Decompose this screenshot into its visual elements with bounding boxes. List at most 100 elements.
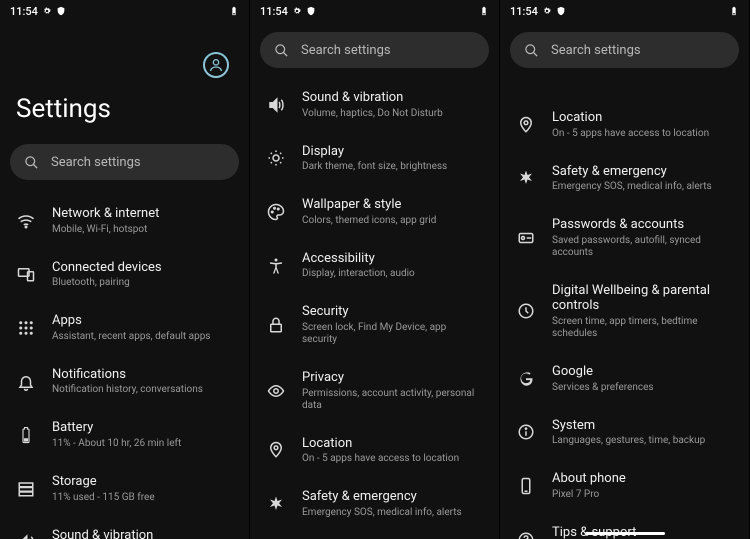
item-notifications[interactable]: NotificationsNotification history, conve… bbox=[10, 355, 239, 409]
shield-icon bbox=[56, 6, 66, 16]
item-passwords[interactable]: Passwords & accountsSaved passwords, aut… bbox=[260, 531, 489, 539]
battery-icon bbox=[229, 6, 239, 16]
lock-icon bbox=[266, 315, 286, 335]
item-network[interactable]: Network & internetMobile, Wi-Fi, hotspot bbox=[10, 194, 239, 248]
item-sub: Mobile, Wi-Fi, hotspot bbox=[52, 224, 159, 236]
item-sub: Volume, haptics, Do Not Disturb bbox=[302, 108, 443, 120]
status-bar: 11:54 bbox=[250, 0, 499, 22]
item-privacy[interactable]: PrivacyPermissions, account activity, pe… bbox=[260, 358, 489, 424]
emergency-icon bbox=[516, 168, 536, 188]
item-accessibility[interactable]: AccessibilityDisplay, interaction, audio bbox=[260, 239, 489, 293]
item-tips[interactable]: Tips & supportHelp articles, phone & cha… bbox=[510, 513, 739, 539]
item-storage[interactable]: Storage 11% used - 115 GB free bbox=[10, 462, 239, 516]
settings-list: Network & internetMobile, Wi-Fi, hotspot… bbox=[10, 194, 239, 539]
item-sub: Pixel 7 Pro bbox=[552, 489, 626, 501]
battery-icon bbox=[16, 425, 36, 445]
gear-icon bbox=[42, 6, 52, 16]
item-sub: Services & preferences bbox=[552, 382, 654, 394]
item-connected-devices[interactable]: Connected devicesBluetooth, pairing bbox=[10, 248, 239, 302]
battery-icon bbox=[729, 6, 739, 16]
apps-grid-icon bbox=[16, 318, 36, 338]
item-sub: Emergency SOS, medical info, alerts bbox=[552, 181, 712, 193]
item-sub: Languages, gestures, time, backup bbox=[552, 435, 705, 447]
item-system[interactable]: SystemLanguages, gestures, time, backup bbox=[510, 406, 739, 460]
accessibility-icon bbox=[266, 256, 286, 276]
item-sound[interactable]: Sound & vibration Volume, haptics, Do Not… bbox=[260, 78, 489, 132]
item-title: Connected devices bbox=[52, 260, 162, 276]
item-title: Privacy bbox=[302, 370, 483, 386]
emergency-icon bbox=[266, 494, 286, 514]
item-wallpaper[interactable]: Wallpaper & styleColors, themed icons, a… bbox=[260, 185, 489, 239]
phone-screen-1: 11:54 Settings Search settings Network &… bbox=[0, 0, 250, 539]
phone-icon bbox=[516, 476, 536, 496]
help-icon bbox=[516, 530, 536, 539]
item-safety[interactable]: Safety & emergencyEmergency SOS, medical… bbox=[260, 477, 489, 531]
item-battery[interactable]: Battery11% - About 10 hr, 26 min left bbox=[10, 408, 239, 462]
item-title: Sound & vibration bbox=[302, 90, 443, 106]
info-icon bbox=[516, 422, 536, 442]
palette-icon bbox=[266, 202, 286, 222]
search-settings[interactable]: Search settings bbox=[510, 32, 739, 68]
item-sub: Saved passwords, autofill, synced accoun… bbox=[552, 235, 733, 259]
item-location[interactable]: LocationOn - 5 apps have access to locat… bbox=[260, 424, 489, 478]
gear-icon bbox=[292, 6, 302, 16]
location-icon bbox=[266, 440, 286, 460]
search-icon bbox=[274, 43, 289, 58]
item-location[interactable]: Location On - 5 apps have access to locat… bbox=[510, 98, 739, 152]
google-icon bbox=[516, 369, 536, 389]
item-title: Battery bbox=[52, 420, 181, 436]
status-bar: 11:54 bbox=[0, 0, 249, 22]
item-title: Safety & emergency bbox=[552, 164, 712, 180]
brightness-icon bbox=[266, 148, 286, 168]
item-title: Display bbox=[302, 144, 447, 160]
location-icon bbox=[516, 115, 536, 135]
item-sound[interactable]: Sound & vibrationVolume, haptics, Do Not… bbox=[10, 516, 239, 539]
search-placeholder: Search settings bbox=[551, 43, 641, 58]
page-title: Settings bbox=[10, 88, 239, 144]
shield-icon bbox=[306, 6, 316, 16]
item-sub: On - 5 apps have access to location bbox=[552, 128, 709, 140]
item-safety[interactable]: Safety & emergencyEmergency SOS, medical… bbox=[510, 152, 739, 206]
status-time: 11:54 bbox=[510, 5, 538, 18]
status-time: 11:54 bbox=[260, 5, 288, 18]
search-placeholder: Search settings bbox=[51, 155, 141, 170]
shield-icon bbox=[556, 6, 566, 16]
settings-list: Sound & vibration Volume, haptics, Do Not… bbox=[260, 78, 489, 539]
item-wellbeing[interactable]: Digital Wellbeing & parental controlsScr… bbox=[510, 271, 739, 352]
gear-icon bbox=[542, 6, 552, 16]
item-title: Wallpaper & style bbox=[302, 197, 436, 213]
item-about-phone[interactable]: About phonePixel 7 Pro bbox=[510, 459, 739, 513]
profile-avatar[interactable] bbox=[203, 52, 229, 78]
battery-icon bbox=[479, 6, 489, 16]
phone-screen-3: 11:54 Search settings Location On - 5 app… bbox=[500, 0, 750, 539]
item-title: Passwords & accounts bbox=[552, 217, 733, 233]
item-sub: Screen lock, Find My Device, app securit… bbox=[302, 322, 483, 346]
item-sub: Dark theme, font size, brightness bbox=[302, 161, 447, 173]
status-time: 11:54 bbox=[10, 5, 38, 18]
item-sub: Notification history, conversations bbox=[52, 384, 203, 396]
search-settings[interactable]: Search settings bbox=[10, 144, 239, 180]
item-title: Storage bbox=[52, 474, 155, 490]
bell-icon bbox=[16, 372, 36, 392]
item-apps[interactable]: AppsAssistant, recent apps, default apps bbox=[10, 301, 239, 355]
item-title: Location bbox=[302, 436, 459, 452]
storage-icon bbox=[16, 479, 36, 499]
item-sub: On - 5 apps have access to location bbox=[302, 453, 459, 465]
search-placeholder: Search settings bbox=[301, 43, 391, 58]
search-settings[interactable]: Search settings bbox=[260, 32, 489, 68]
item-passwords[interactable]: Passwords & accounts Saved passwords, aut… bbox=[510, 205, 739, 271]
gesture-nav-bar[interactable] bbox=[585, 532, 665, 535]
item-title: Digital Wellbeing & parental controls bbox=[552, 283, 733, 314]
devices-icon bbox=[16, 264, 36, 284]
item-google[interactable]: Google Services & preferences bbox=[510, 352, 739, 406]
volume-icon bbox=[16, 532, 36, 539]
item-sub: Screen time, app timers, bedtime schedul… bbox=[552, 316, 733, 340]
item-sub: Emergency SOS, medical info, alerts bbox=[302, 507, 462, 519]
wifi-icon bbox=[16, 211, 36, 231]
item-title: Location bbox=[552, 110, 709, 126]
item-sub: 11% used - 115 GB free bbox=[52, 492, 155, 504]
item-security[interactable]: SecurityScreen lock, Find My Device, app… bbox=[260, 292, 489, 358]
item-sub: Assistant, recent apps, default apps bbox=[52, 331, 210, 343]
item-title: Google bbox=[552, 364, 654, 380]
item-display[interactable]: DisplayDark theme, font size, brightness bbox=[260, 132, 489, 186]
